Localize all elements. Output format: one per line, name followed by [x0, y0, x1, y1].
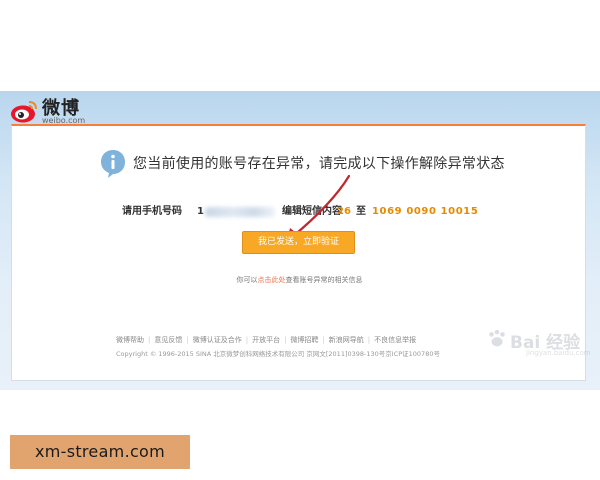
watermark-domain: jingyan.baidu.com — [526, 349, 591, 357]
weibo-logo[interactable]: 微博 weibo.com — [10, 94, 90, 128]
footer-link-feedback[interactable]: 意见反馈 — [154, 336, 182, 344]
footer-links: 微博帮助 | 意见反馈 | 微博认证及合作 | 开放平台 | 微博招聘 | 新浪网导航 | 不良信息举报 — [116, 336, 417, 344]
source-caption-tag: xm-stream.com — [10, 435, 190, 469]
baidu-jingyan-watermark: Bai 经验 jingyan.baidu.com — [486, 322, 591, 362]
footer-link-help[interactable]: 微博帮助 — [116, 336, 144, 344]
verify-now-button[interactable]: 我已发送，立即验证 — [242, 231, 355, 254]
footer-link-report[interactable]: 不良信息举报 — [374, 336, 416, 344]
sms-target-number: 1069 0090 10015 — [372, 206, 479, 217]
notice-headline: 您当前使用的账号存在异常，请完成以下操作解除异常状态 — [133, 156, 505, 172]
info-icon — [101, 150, 125, 178]
footer-link-open-platform[interactable]: 开放平台 — [252, 336, 280, 344]
phone-number-value: 1 — [197, 206, 204, 217]
footer-link-sina-nav[interactable]: 新浪网导航 — [329, 336, 364, 344]
help-text: 你可以点击此处查看账号异常的相关信息 — [12, 275, 587, 285]
help-suffix: 查看账号异常的相关信息 — [285, 276, 363, 284]
weibo-eye-logo-icon — [11, 101, 37, 123]
phone-number-redaction — [205, 207, 275, 217]
click-here-link[interactable]: 点击此处 — [258, 276, 286, 284]
footer-link-verification[interactable]: 微博认证及合作 — [193, 336, 242, 344]
footer-link-jobs[interactable]: 微博招聘 — [290, 336, 318, 344]
paw-icon — [489, 329, 505, 347]
copyright-text: Copyright © 1996-2015 SINA 北京微梦创科网络技术有限公… — [116, 350, 440, 358]
phone-label: 请用手机号码 — [122, 206, 182, 217]
help-prefix: 你可以 — [236, 276, 258, 284]
to-label: 至 — [356, 206, 366, 217]
